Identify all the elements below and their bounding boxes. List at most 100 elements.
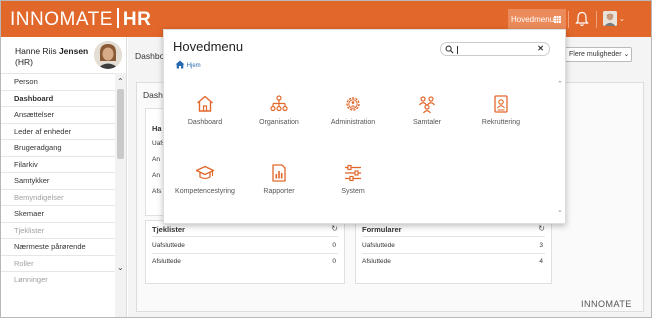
sidebar-item-tjeklister[interactable]: Tjeklister [1, 221, 115, 239]
gear-person-icon [346, 97, 360, 111]
profile-photo [94, 41, 122, 69]
card-row-label: Afsluttede [152, 258, 181, 265]
search-box[interactable]: ✕ [440, 42, 550, 56]
sidebar-item-loenninger[interactable]: Lønninger [1, 271, 115, 288]
sidebar-item-bemyndigelser[interactable]: Bemyndigelser [1, 188, 115, 206]
app-window: INNOMATE HR Hovedmenu ⌄ Hanne Riis Jense… [0, 0, 652, 318]
card-row-label: Uafsluttede [362, 242, 395, 249]
logo-suffix: HR [122, 9, 152, 30]
card-title: Formularer [362, 225, 402, 234]
tile-label: Dashboard [187, 119, 223, 126]
card-row-value: 4 [539, 258, 543, 265]
sidebar-item-filarkiv[interactable]: Filarkiv [1, 155, 115, 173]
menu-tile-system[interactable]: System [318, 163, 388, 213]
breadcrumb-home-label: Hjem [186, 63, 201, 69]
scroll-down-icon[interactable]: ⌄ [117, 263, 124, 272]
sidebar-item-samtykker[interactable]: Samtykker [1, 172, 115, 189]
user-photo-icon [603, 11, 617, 26]
menu-tile-administration[interactable]: Administration [318, 94, 388, 144]
text-caret [457, 46, 458, 54]
card-row-label: Afsluttede [362, 258, 391, 265]
tile-label: Rapporter [263, 188, 295, 195]
scroll-down-icon[interactable]: ⌄ [557, 206, 563, 214]
clear-search-icon[interactable]: ✕ [537, 44, 544, 53]
card-formularer: Formularer ↻ Uafsluttede 3 Afsluttede 4 [355, 220, 552, 284]
main-menu-label: Hovedmenu [511, 15, 555, 24]
card-partial-row: An [152, 172, 160, 179]
divider [152, 236, 338, 237]
sidebar-item-person[interactable]: Person [1, 73, 115, 90]
overlay-title: Hovedmenu [173, 39, 244, 54]
divider [362, 236, 545, 237]
sidebar-item-skemaer[interactable]: Skemaer [1, 205, 115, 222]
user-avatar[interactable] [603, 11, 617, 26]
recruit-icon [494, 95, 508, 113]
scroll-up-icon[interactable]: ⌃ [117, 77, 124, 86]
menu-tile-kompetencestyring[interactable]: Kompetencestyring [170, 163, 240, 213]
sidebar-item-naermeste-paarorende[interactable]: Nærmeste pårørende [1, 238, 115, 255]
profile-name: Hanne Riis Jensen [15, 46, 88, 56]
search-icon [445, 45, 454, 54]
card-row-label: Uafsluttede [152, 242, 185, 249]
graduation-cap-icon [195, 165, 215, 180]
sidebar-scroll-thumb[interactable] [117, 89, 124, 159]
card-row-value: 0 [332, 242, 336, 249]
more-options-button[interactable]: Flere muligheder ⌄ [564, 47, 632, 62]
card-title: Tjeklister [152, 225, 185, 234]
refresh-icon[interactable]: ↻ [538, 224, 545, 233]
card-tjeklister: Tjeklister ↻ Uafsluttede 0 Afsluttede 0 [145, 220, 345, 284]
topbar-divider [568, 11, 569, 28]
sidebar-nav: Person Dashboard Ansættelser Leder af en… [1, 73, 115, 288]
sidebar-item-brugeradgang[interactable]: Brugeradgang [1, 139, 115, 156]
people-talk-icon [419, 96, 435, 114]
page-title: Dashbo [135, 51, 165, 61]
search-input[interactable] [456, 44, 534, 54]
divider [362, 253, 545, 254]
topbar-divider-2 [596, 11, 597, 28]
chevron-down-icon[interactable]: ⌄ [619, 15, 625, 23]
sidebar-item-ansaettelser[interactable]: Ansættelser [1, 106, 115, 123]
profile-first-name: Hanne Riis [15, 46, 57, 56]
main-menu-button[interactable]: Hovedmenu [508, 9, 566, 30]
tile-label: Administration [330, 119, 376, 126]
card-row-value: 0 [332, 258, 336, 265]
footer-logo: INNOMATE [581, 299, 632, 309]
menu-tile-dashboard[interactable]: Dashboard [170, 94, 240, 144]
card-partial-row: An [152, 156, 160, 163]
breadcrumb[interactable]: Hjem [175, 60, 201, 69]
chevron-down-icon: ⌄ [623, 51, 630, 58]
main-menu-overlay: Hovedmenu Hjem ✕ ⌃ ⌄ Dashboard Organisat… [163, 29, 566, 224]
home-icon [175, 60, 185, 69]
menu-tile-samtaler[interactable]: Samtaler [392, 94, 462, 144]
card-partial-row: Afs [152, 188, 162, 195]
logo-divider [116, 8, 119, 28]
refresh-icon[interactable]: ↻ [331, 224, 338, 233]
tile-label: Samtaler [412, 119, 441, 126]
tile-label: Kompetencestyring [175, 188, 235, 195]
tile-label: System [341, 188, 365, 195]
card-partial-title: Ha [152, 124, 162, 133]
profile-last-name: Jensen [58, 46, 89, 56]
report-icon [272, 164, 286, 182]
org-chart-icon [270, 95, 288, 112]
logo-main: INNOMATE [10, 9, 113, 30]
more-options-label: Flere muligheder [569, 51, 622, 58]
person-photo-icon [94, 41, 122, 69]
sidebar-item-leder-af-enheder[interactable]: Leder af enheder [1, 122, 115, 140]
profile-role: (HR) [15, 57, 33, 67]
app-logo[interactable]: INNOMATE HR [10, 8, 151, 31]
tile-label: Rekruttering [481, 119, 521, 126]
sidebar-item-roller[interactable]: Roller [1, 254, 115, 272]
panel-title: Dash [143, 90, 163, 100]
scroll-up-icon[interactable]: ⌃ [557, 80, 563, 88]
tile-label: Organisation [259, 119, 299, 126]
menu-tile-organisation[interactable]: Organisation [244, 94, 314, 144]
home-icon [197, 95, 213, 112]
bell-icon[interactable] [575, 11, 589, 27]
grid-icon [554, 16, 561, 23]
sidebar: Hanne Riis Jensen (HR) Person Dashboard … [1, 37, 127, 317]
sidebar-item-dashboard[interactable]: Dashboard [1, 89, 115, 106]
profile-header: Hanne Riis Jensen (HR) [1, 37, 127, 73]
menu-tile-rekruttering[interactable]: Rekruttering [466, 94, 536, 144]
menu-tile-rapporter[interactable]: Rapporter [244, 163, 314, 213]
